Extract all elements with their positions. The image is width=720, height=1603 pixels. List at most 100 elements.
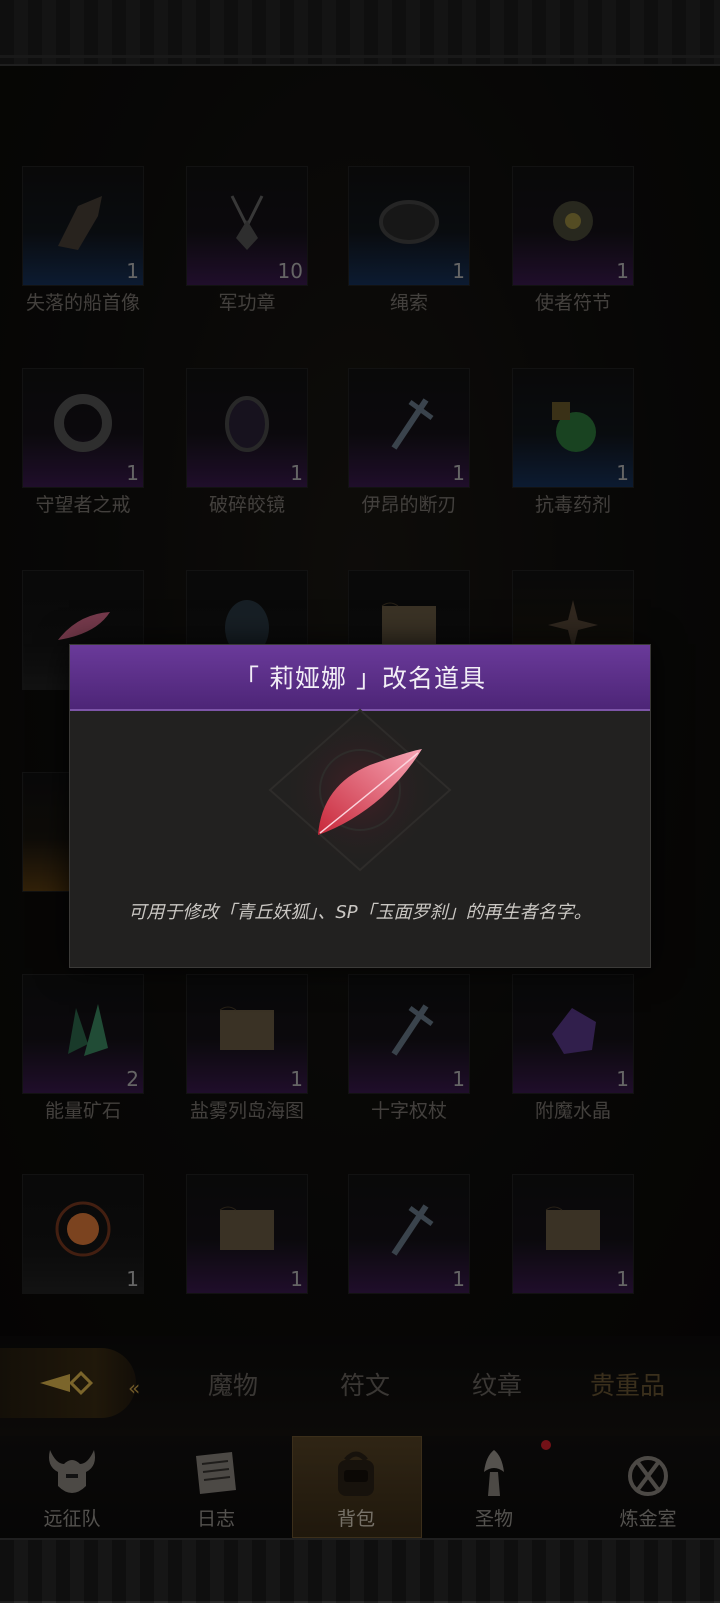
item-name: 附魔水晶 (534, 1100, 611, 1122)
item-tile: 1 (348, 368, 470, 488)
inventory-slot[interactable]: 1 绳索 (326, 166, 492, 316)
item-tile: 1 (186, 1174, 308, 1294)
inventory-slot[interactable]: 1 抗毒药剂 (490, 368, 656, 518)
mirror-icon (225, 396, 269, 453)
popup-description: 可用于修改「青丘妖狐」、SP「玉面罗刹」的再生者名字。 (128, 902, 592, 923)
item-name: 失落的船首像 (25, 292, 140, 314)
medal-icon (230, 195, 264, 251)
pink-feather-icon (268, 708, 452, 872)
nav-label: 背包 (336, 1508, 375, 1530)
inventory-slot[interactable]: 1 守望者之戒 (0, 368, 166, 518)
arrow-left-icon (40, 1370, 94, 1396)
inventory-slot[interactable]: 1 (0, 1174, 166, 1324)
inventory-slot[interactable]: 2 能量矿石 (0, 974, 166, 1124)
item-tile: 1 (348, 974, 470, 1094)
inventory-slot[interactable]: 1 十字权杖 (326, 974, 492, 1124)
cross-scepter-icon (391, 1004, 434, 1056)
item-quantity: 1 (126, 461, 139, 485)
item-name: 守望者之戒 (35, 494, 131, 516)
item-tile: 1 (512, 1174, 634, 1294)
inventory-slot[interactable]: 1 伊昂的断刃 (326, 368, 492, 518)
item-name: 十字权杖 (370, 1100, 447, 1122)
item-tile: 1 (22, 1174, 144, 1294)
tab-emblem[interactable]: 纹章 (472, 1366, 522, 1402)
figurehead-icon (58, 196, 102, 251)
spear-icon (391, 1204, 434, 1256)
nav-journal[interactable]: 日志 (144, 1436, 288, 1538)
nav-backpack[interactable]: 背包 (284, 1436, 428, 1538)
inventory-slot[interactable]: 1 (326, 1174, 492, 1324)
item-name: 破碎皎镜 (208, 494, 285, 516)
relic-icon (484, 1450, 504, 1496)
sea-chart-icon (219, 1006, 274, 1051)
envoy-token-icon (553, 201, 593, 242)
inventory-slot[interactable]: 1 附魔水晶 (490, 974, 656, 1124)
item-quantity: 1 (616, 1067, 629, 1091)
item-quantity: 1 (452, 1267, 465, 1291)
item-quantity: 1 (452, 1067, 465, 1091)
nav-label: 圣物 (474, 1508, 513, 1530)
back-button[interactable] (0, 1348, 136, 1418)
potion-icon (552, 402, 596, 453)
nav-label: 日志 (196, 1508, 235, 1530)
item-tile: 2 (22, 974, 144, 1094)
fire-orb-icon (55, 1201, 111, 1257)
item-name: 抗毒药剂 (534, 494, 611, 516)
inventory-slot[interactable]: 1 (490, 1174, 656, 1324)
item-tile: 1 (186, 974, 308, 1094)
inventory-slot[interactable]: 1 盐雾列岛海图 (164, 974, 330, 1124)
helmet-icon (49, 1450, 95, 1493)
item-quantity: 10 (277, 259, 303, 283)
item-name: 能量矿石 (44, 1100, 121, 1122)
item-quantity: 1 (290, 461, 303, 485)
item-quantity: 1 (290, 1267, 303, 1291)
item-tile: 1 (512, 974, 634, 1094)
item-quantity: 1 (126, 259, 139, 283)
journal-icon (196, 1452, 236, 1494)
item-name: 伊昂的断刃 (361, 494, 457, 516)
nav-relic[interactable]: 圣物 (422, 1436, 566, 1538)
item-name: 盐雾列岛海图 (189, 1100, 304, 1122)
tab-valuables[interactable]: 贵重品 (590, 1366, 665, 1402)
item-tile: 1 (22, 368, 144, 488)
rope-icon (379, 200, 439, 245)
alchemy-icon (628, 1456, 668, 1496)
bottom-navigation: 远征队 日志 背包 圣物 炼金室 (0, 1436, 720, 1538)
item-quantity: 2 (126, 1067, 139, 1091)
item-quantity: 1 (616, 259, 629, 283)
item-tile: 1 (348, 1174, 470, 1294)
item-name: 军功章 (218, 292, 276, 314)
broken-blade-icon (391, 398, 434, 450)
inventory-slot[interactable]: 1 使者符节 (490, 166, 656, 316)
notification-dot (541, 1440, 551, 1450)
popup-title: 「 莉娅娜 」改名道具 (234, 664, 486, 693)
item-quantity: 1 (616, 1267, 629, 1291)
item-tile: 1 (348, 166, 470, 286)
item-name: 绳索 (389, 292, 428, 314)
inventory-slot[interactable]: 10 军功章 (164, 166, 330, 316)
item-detail-popup: 「 莉娅娜 」改名道具 可用于修改「青丘妖狐」、SP「玉面罗刹」的再生者名字。 (69, 644, 651, 968)
nav-label: 炼金室 (619, 1508, 677, 1530)
top-ornate-border (0, 0, 720, 66)
chevron-left-icon: « (128, 1376, 141, 1400)
item-tile: 1 (22, 166, 144, 286)
item-quantity: 1 (616, 461, 629, 485)
tab-monster[interactable]: 魔物 (208, 1366, 258, 1402)
crystal-ore-icon (68, 1004, 108, 1057)
tab-rune[interactable]: 符文 (340, 1366, 390, 1402)
inventory-slot[interactable]: 1 (164, 1174, 330, 1324)
item-tile: 1 (186, 368, 308, 488)
enchant-crystal-icon (552, 1008, 596, 1055)
item-tile: 1 (512, 368, 634, 488)
item-tile: 1 (512, 166, 634, 286)
item-quantity: 1 (452, 461, 465, 485)
popup-header: 「 莉娅娜 」改名道具 (70, 645, 650, 711)
inventory-slot[interactable]: 1 破碎皎镜 (164, 368, 330, 518)
category-tab-bar: « 魔物 符文 纹章 贵重品 (0, 1336, 720, 1436)
inventory-slot[interactable]: 1 失落的船首像 (0, 166, 166, 316)
bottom-ornate-border (0, 1538, 720, 1603)
item-tile: 10 (186, 166, 308, 286)
item-quantity: 1 (126, 1267, 139, 1291)
nav-expedition[interactable]: 远征队 (0, 1436, 144, 1538)
nav-alchemy[interactable]: 炼金室 (576, 1436, 720, 1538)
